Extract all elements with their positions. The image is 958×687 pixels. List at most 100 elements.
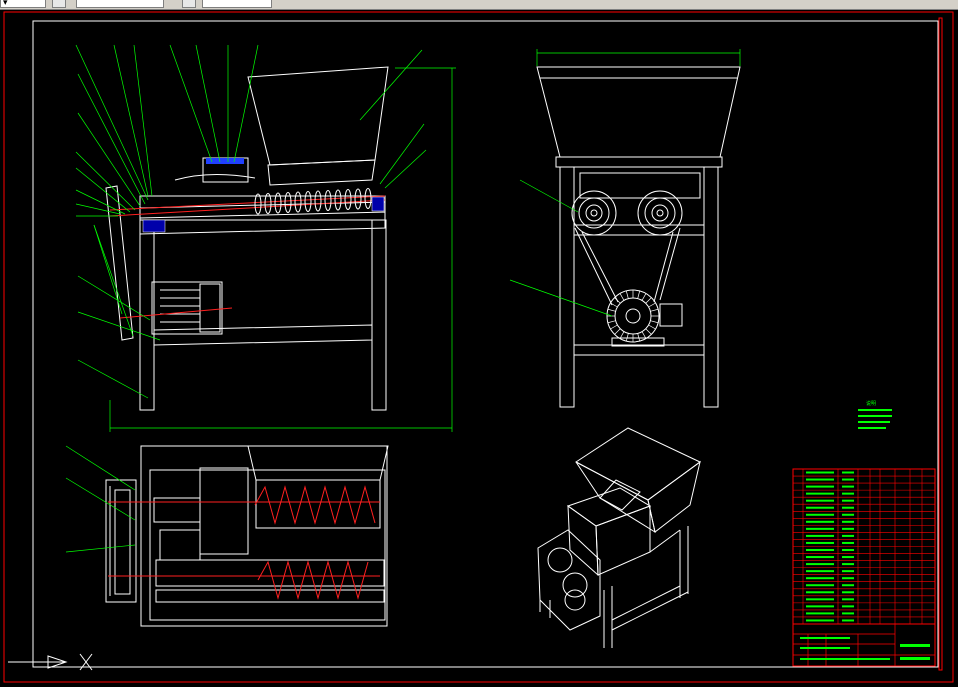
motor-fin	[641, 293, 647, 301]
parts-entry	[806, 485, 834, 488]
parts-entry	[842, 563, 854, 566]
parts-entry	[806, 520, 834, 523]
technical-notes: 说明	[858, 400, 892, 429]
bearing-block-left	[142, 219, 166, 233]
parts-entry	[842, 598, 854, 601]
motor-fin	[637, 333, 641, 342]
parts-entry	[806, 570, 834, 573]
front-view	[105, 66, 389, 411]
parts-entry	[806, 513, 834, 516]
isometric-view	[537, 427, 701, 648]
side-view	[536, 66, 741, 408]
parts-entry	[842, 478, 854, 481]
parts-entry	[842, 499, 854, 502]
parts-entry	[842, 513, 854, 516]
parts-entry	[842, 549, 854, 551]
parts-entry	[842, 584, 854, 587]
parts-entry	[806, 598, 834, 601]
parts-entry	[842, 534, 854, 537]
top-frame	[140, 445, 388, 627]
side-dimensions	[509, 49, 741, 317]
parts-entry	[806, 549, 834, 551]
side-hopper	[536, 66, 741, 158]
parts-entry	[806, 584, 834, 587]
front-dimensions	[109, 67, 456, 432]
motor-fin	[610, 324, 618, 330]
motor-fin	[641, 331, 647, 339]
top-dimensions	[65, 445, 136, 553]
motor-fin	[650, 308, 659, 312]
motor-fin	[648, 302, 656, 308]
side-right-leg	[703, 166, 719, 408]
motor-fin	[607, 308, 616, 312]
parts-entry	[806, 478, 834, 481]
motor-fin	[614, 328, 621, 335]
side-motor-fins	[607, 290, 659, 342]
motor-shaft-line	[119, 307, 233, 319]
parts-entry	[842, 570, 854, 573]
front-right-leg	[371, 219, 387, 411]
parts-entry	[842, 577, 854, 580]
screw-flight	[364, 188, 372, 209]
parts-entry	[806, 556, 834, 559]
motor-fin	[625, 333, 629, 342]
parts-entry	[842, 612, 854, 615]
front-hopper	[247, 66, 389, 166]
parts-list	[792, 468, 936, 625]
parts-entry	[842, 591, 854, 594]
parts-entry	[806, 577, 834, 580]
ucs-icon	[8, 653, 93, 671]
sheet-border	[32, 20, 939, 668]
motor-fin	[607, 320, 616, 324]
top-augers	[108, 485, 380, 600]
properties-button[interactable]	[182, 0, 196, 8]
parts-entry	[806, 527, 834, 530]
inner-red-frame	[938, 17, 943, 671]
parts-entry	[842, 541, 854, 544]
drawing-canvas[interactable]: 说明	[0, 9, 958, 687]
notes-heading: 说明	[866, 400, 876, 407]
parts-entry	[842, 605, 854, 608]
screw-flight	[314, 190, 322, 212]
parts-entry	[806, 506, 834, 509]
parts-entry	[806, 605, 834, 608]
parts-entry	[806, 471, 834, 474]
parts-entry	[842, 520, 854, 523]
motor-fin	[645, 328, 652, 335]
parts-entry	[806, 591, 834, 594]
screw-flight	[324, 190, 332, 211]
bearing-block-right	[371, 196, 385, 212]
screw-flight	[344, 189, 352, 210]
parts-entry	[806, 612, 834, 615]
parts-entry	[806, 534, 834, 537]
top-view	[105, 445, 389, 627]
motor-fin	[619, 293, 625, 301]
style-dropdown[interactable]	[76, 0, 164, 8]
title-block	[792, 623, 936, 667]
parts-entry	[842, 619, 854, 622]
motor-fin	[614, 297, 621, 304]
screw-flight	[254, 193, 262, 215]
parts-entry	[842, 485, 854, 488]
motor-fin	[650, 320, 659, 324]
motor-fin	[645, 297, 652, 304]
linetype-dropdown[interactable]	[202, 0, 272, 8]
parts-entry	[842, 492, 854, 495]
motor-fin	[637, 290, 641, 299]
parts-entry	[842, 471, 854, 474]
motor-fin	[648, 324, 656, 330]
motor-fin	[625, 290, 629, 299]
motor-fin	[619, 331, 625, 339]
screw-flight	[354, 188, 362, 210]
screw-flight	[294, 191, 302, 213]
screw-flight	[334, 189, 342, 211]
parts-entry	[806, 563, 834, 566]
parts-entry	[842, 556, 854, 559]
parts-entry	[806, 619, 834, 622]
top-hopper	[247, 445, 389, 481]
leader-lines	[75, 44, 427, 399]
parts-entry	[806, 492, 834, 495]
parts-entry	[842, 527, 854, 530]
layer-manager-button[interactable]	[52, 0, 66, 8]
layer-dropdown[interactable]: ▾	[0, 0, 46, 8]
